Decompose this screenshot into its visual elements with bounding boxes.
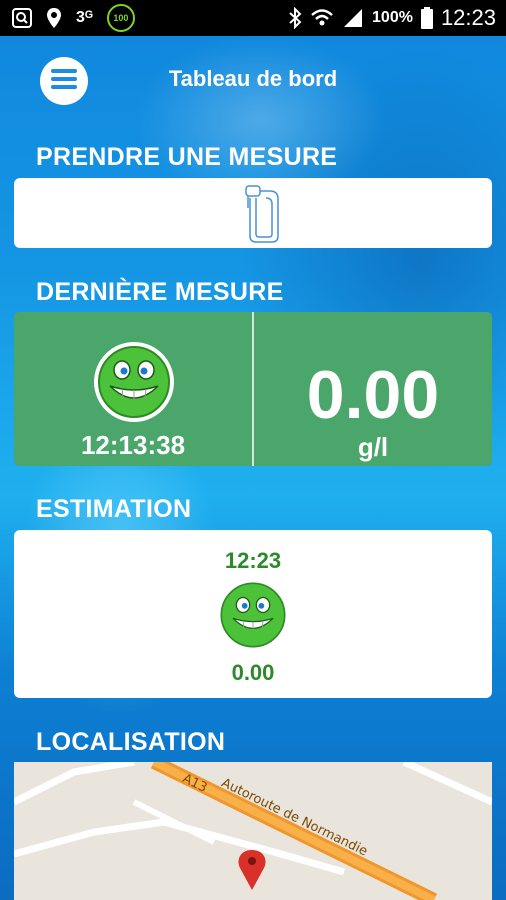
last-measure-left: 12:13:38: [14, 312, 252, 466]
smiley-icon: [218, 580, 288, 655]
location-icon: [46, 7, 62, 29]
network-type: 3ᴳ: [76, 9, 93, 26]
wifi-icon: [310, 8, 334, 28]
last-measure-value: 0.00: [306, 357, 440, 433]
battery-badge: 100: [106, 4, 135, 32]
battery-percent: 100%: [372, 9, 413, 26]
estimation-time: 12:23: [224, 548, 282, 573]
last-measure-unit: g/l: [357, 432, 389, 462]
measure-section-title: PRENDRE UNE MESURE: [36, 143, 338, 171]
last-measure-section-title: DERNIÈRE MESURE: [36, 278, 284, 306]
page-title: Tableau de bord: [168, 66, 338, 91]
battery-badge-label: 100: [113, 13, 129, 23]
estimation-card[interactable]: 12:23 0.00: [14, 530, 492, 698]
last-measure-right: 0.00 g/l: [254, 312, 492, 466]
status-bar: 3ᴳ 100 100% 12:23: [0, 0, 506, 36]
signal-icon: [342, 8, 364, 28]
take-measure-card[interactable]: [14, 178, 492, 248]
location-section-title: LOCALISATION: [36, 728, 226, 756]
smiley-icon: [92, 340, 176, 429]
battery-icon: [420, 7, 433, 29]
last-measure-card[interactable]: 12:13:38 0.00 g/l: [14, 312, 492, 466]
estimation-value: 0.00: [231, 660, 275, 685]
location-map[interactable]: A13 Autoroute de Normandie: [14, 762, 492, 900]
clock: 12:23: [440, 5, 496, 30]
last-measure-time: 12:13:38: [80, 430, 186, 460]
search-icon: [12, 8, 32, 28]
estimation-section-title: ESTIMATION: [36, 495, 192, 523]
bluetooth-icon: [288, 7, 302, 29]
breathalyzer-icon: [242, 184, 286, 249]
